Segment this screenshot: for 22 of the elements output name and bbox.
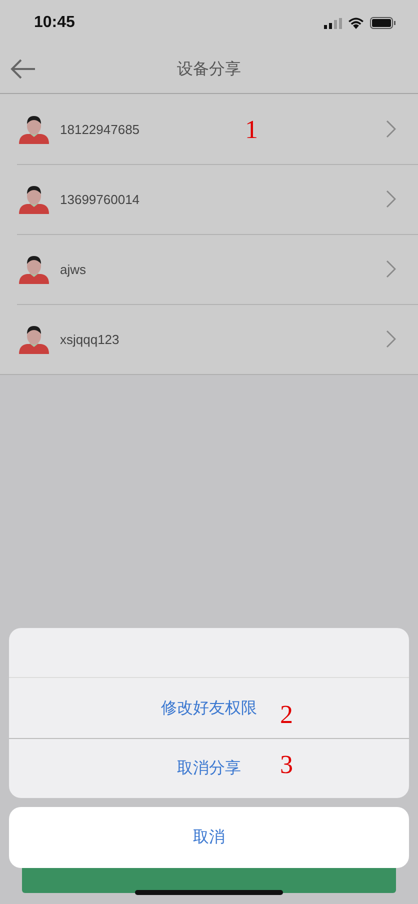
signal-icon bbox=[324, 18, 342, 28]
annotation-number: 2 bbox=[280, 700, 293, 730]
back-arrow-icon[interactable] bbox=[10, 58, 36, 80]
chevron-right-icon[interactable] bbox=[386, 330, 396, 348]
friend-name[interactable]: 13699760014 bbox=[60, 192, 140, 206]
friend-name[interactable]: xsjqqq123 bbox=[60, 332, 120, 346]
status-time: 10:45 bbox=[34, 14, 75, 32]
chevron-right-icon[interactable] bbox=[386, 120, 396, 138]
avatar-icon bbox=[18, 114, 50, 144]
annotation-number: 1 bbox=[245, 115, 258, 145]
friend-name[interactable]: 18122947685 bbox=[60, 122, 140, 136]
page-title: 设备分享 bbox=[177, 60, 241, 80]
chevron-right-icon[interactable] bbox=[386, 190, 396, 208]
battery-icon bbox=[370, 17, 396, 29]
chevron-right-icon[interactable] bbox=[386, 260, 396, 278]
wifi-icon bbox=[348, 17, 364, 29]
avatar-icon bbox=[18, 324, 50, 354]
friend-name[interactable]: ajws bbox=[60, 262, 86, 276]
cancel-button[interactable]: 取消 bbox=[9, 807, 409, 868]
avatar-icon bbox=[18, 254, 50, 284]
annotation-number: 3 bbox=[280, 750, 293, 780]
avatar-icon bbox=[18, 184, 50, 214]
